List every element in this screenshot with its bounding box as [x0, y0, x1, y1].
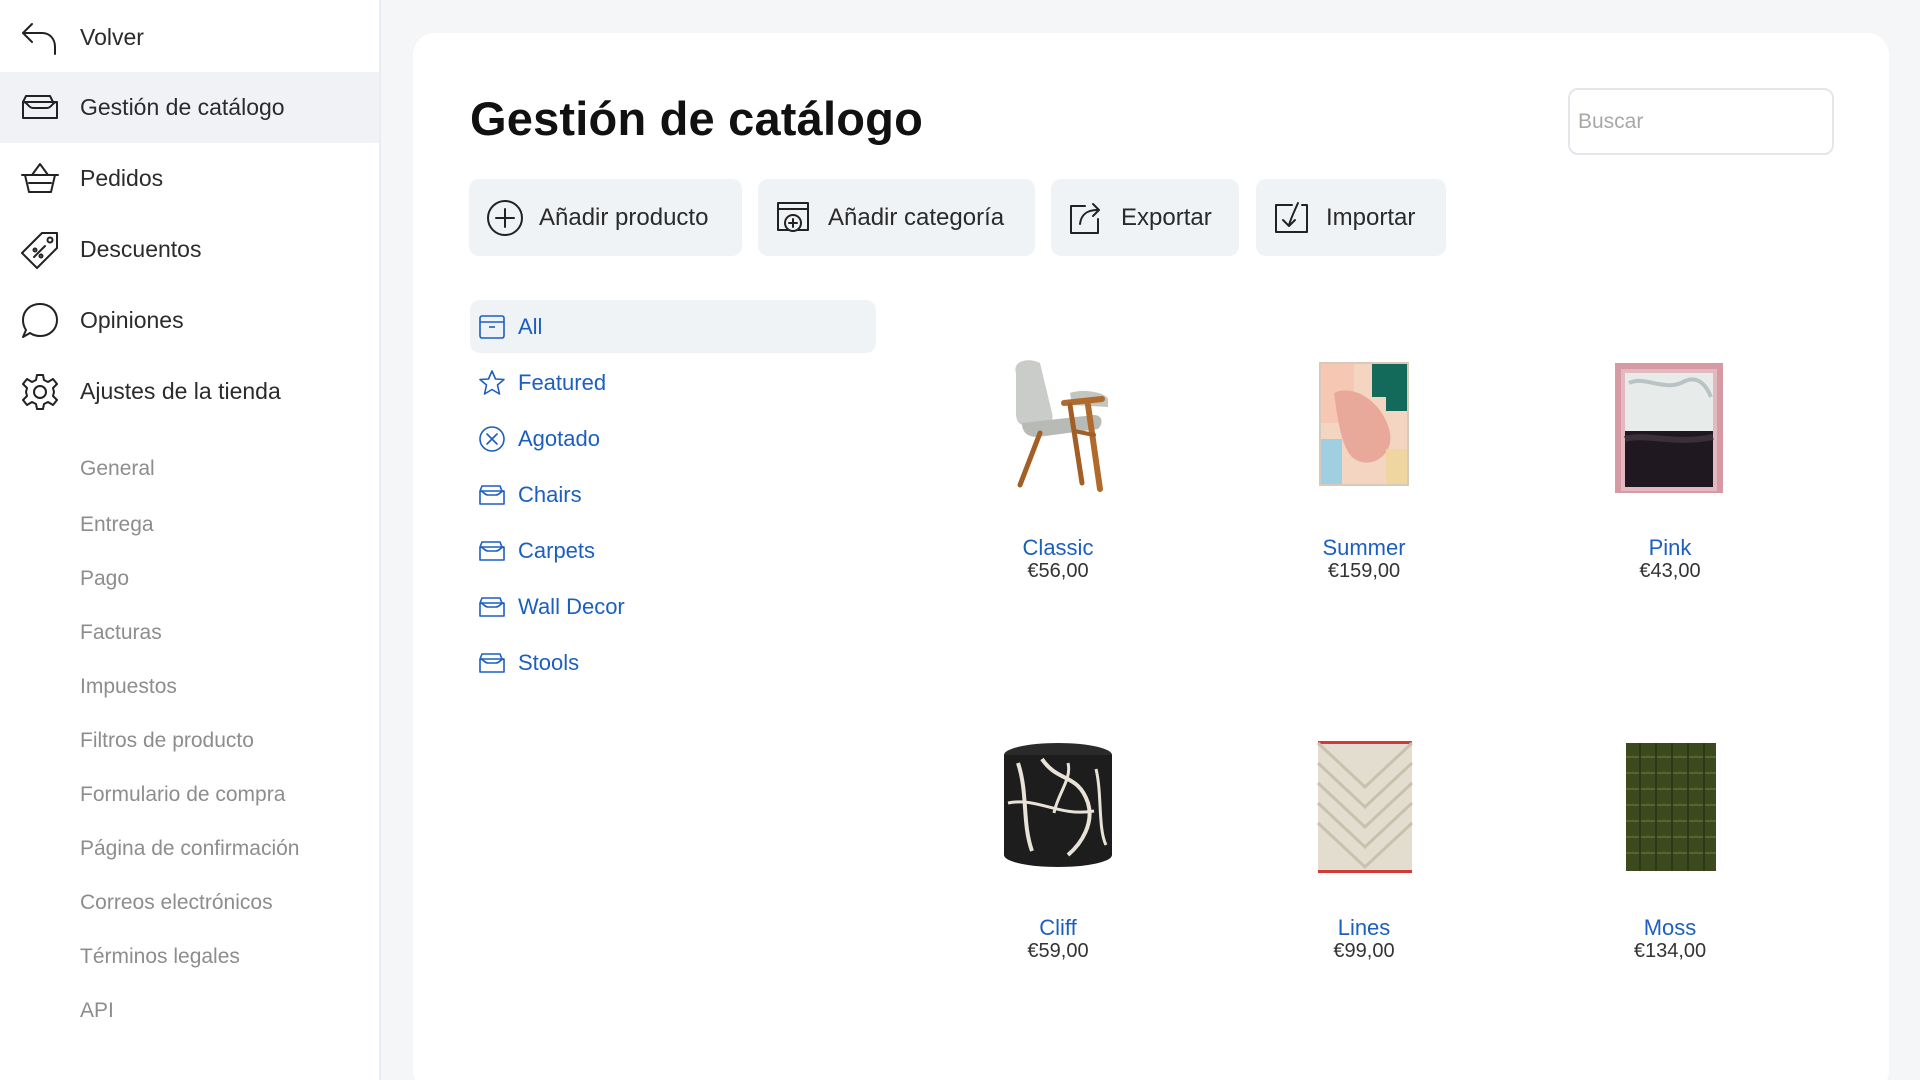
settings-sub-emails[interactable]: Correos electrónicos: [80, 891, 273, 915]
add-product-button[interactable]: Añadir producto: [469, 179, 742, 256]
category-label: Stools: [518, 649, 580, 675]
product-card[interactable]: Moss €134,00: [1540, 733, 1800, 993]
product-card[interactable]: Lines €99,00: [1234, 733, 1494, 993]
settings-sub-api[interactable]: API: [80, 999, 114, 1023]
product-image-armchair: [998, 353, 1118, 493]
settings-sub-product-filters[interactable]: Filtros de producto: [80, 729, 254, 753]
category-label: All: [518, 313, 543, 339]
main-panel: Gestión de catálogo Añadir producto Añad…: [413, 33, 1889, 1080]
category-featured[interactable]: Featured: [470, 356, 876, 409]
settings-sub-delivery[interactable]: Entrega: [80, 513, 154, 537]
product-price: €134,00: [1633, 940, 1707, 962]
speech-bubble-icon: [20, 301, 60, 341]
product-card[interactable]: Summer €159,00: [1234, 353, 1494, 613]
product-price: €159,00: [1327, 560, 1401, 582]
gear-icon: [20, 372, 60, 412]
settings-sub-checkout-form[interactable]: Formulario de compra: [80, 783, 285, 807]
sidebar-item-label: Pedidos: [80, 165, 164, 191]
sidebar-item-catalog[interactable]: Gestión de catálogo: [0, 72, 379, 143]
category-sold-out[interactable]: Agotado: [470, 412, 876, 465]
category-label: Wall Decor: [518, 593, 625, 619]
add-product-label: Añadir producto: [539, 203, 709, 231]
import-icon: [1272, 198, 1312, 238]
catalog-tray-icon: [20, 88, 60, 128]
settings-sub-confirmation-page[interactable]: Página de confirmación: [80, 837, 299, 861]
product-image-patterned-pouf: [998, 733, 1118, 873]
star-icon: [478, 369, 506, 397]
product-image-striped-rug: [1314, 733, 1414, 873]
folder-plus-icon: [774, 198, 814, 238]
circle-x-icon: [478, 425, 506, 453]
sidebar-item-label: Opiniones: [80, 307, 184, 333]
sidebar-item-label: Descuentos: [80, 236, 202, 262]
product-name: Cliff: [1039, 915, 1077, 940]
archive-box-icon: [478, 313, 506, 341]
product-name: Classic: [1022, 535, 1094, 560]
category-tray-icon: [478, 481, 506, 509]
price-tag-icon: [20, 230, 60, 270]
category-tray-icon: [478, 649, 506, 677]
category-label: Chairs: [518, 481, 582, 507]
category-all[interactable]: All: [470, 300, 876, 353]
category-label: Carpets: [518, 537, 596, 563]
sidebar-item-orders[interactable]: Pedidos: [0, 143, 379, 214]
export-button[interactable]: Exportar: [1051, 179, 1239, 256]
product-card[interactable]: Pink €43,00: [1540, 353, 1800, 613]
product-image-abstract-painting: [1615, 353, 1725, 493]
settings-sub-taxes[interactable]: Impuestos: [80, 675, 177, 699]
product-price: €99,00: [1333, 940, 1395, 962]
product-image-green-rug: [1620, 733, 1720, 873]
product-card[interactable]: Classic €56,00: [928, 353, 1188, 613]
category-tray-icon: [478, 593, 506, 621]
product-price: €59,00: [1027, 940, 1089, 962]
sidebar-item-label: Gestión de catálogo: [80, 94, 285, 120]
import-label: Importar: [1326, 203, 1416, 231]
product-name: Pink: [1648, 535, 1692, 560]
basket-icon: [20, 159, 60, 199]
export-icon: [1067, 198, 1107, 238]
category-label: Featured: [518, 369, 607, 395]
back-arrow-icon: [20, 18, 60, 58]
back-link[interactable]: Volver: [0, 2, 379, 73]
sidebar-item-label: Ajustes de la tienda: [80, 378, 281, 404]
sidebar: Volver Gestión de catálogo Pedidos Descu…: [0, 0, 381, 1080]
category-tray-icon: [478, 537, 506, 565]
category-wall-decor[interactable]: Wall Decor: [470, 580, 876, 633]
category-chairs[interactable]: Chairs: [470, 468, 876, 521]
add-category-label: Añadir categoría: [828, 203, 1005, 231]
back-label: Volver: [80, 24, 144, 50]
import-button[interactable]: Importar: [1256, 179, 1446, 256]
product-name: Moss: [1643, 915, 1697, 940]
sidebar-item-reviews[interactable]: Opiniones: [0, 285, 379, 356]
category-carpets[interactable]: Carpets: [470, 524, 876, 577]
product-card[interactable]: Cliff €59,00: [928, 733, 1188, 993]
product-price: €56,00: [1027, 560, 1089, 582]
plus-circle-icon: [485, 198, 525, 238]
add-category-button[interactable]: Añadir categoría: [758, 179, 1035, 256]
product-price: €43,00: [1639, 560, 1701, 582]
category-label: Agotado: [518, 425, 600, 451]
product-name: Summer: [1322, 535, 1406, 560]
sidebar-item-discounts[interactable]: Descuentos: [0, 214, 379, 285]
product-image-abstract-blanket: [1314, 353, 1414, 493]
category-stools[interactable]: Stools: [470, 636, 876, 689]
settings-sub-invoices[interactable]: Facturas: [80, 621, 162, 645]
settings-sub-general[interactable]: General: [80, 457, 155, 481]
sidebar-item-store-settings[interactable]: Ajustes de la tienda: [0, 356, 379, 427]
page-title: Gestión de catálogo: [470, 92, 923, 145]
settings-sub-payment[interactable]: Pago: [80, 567, 129, 591]
search-input[interactable]: [1568, 88, 1834, 155]
export-label: Exportar: [1121, 203, 1212, 231]
product-name: Lines: [1337, 915, 1391, 940]
settings-sub-legal-terms[interactable]: Términos legales: [80, 945, 240, 969]
